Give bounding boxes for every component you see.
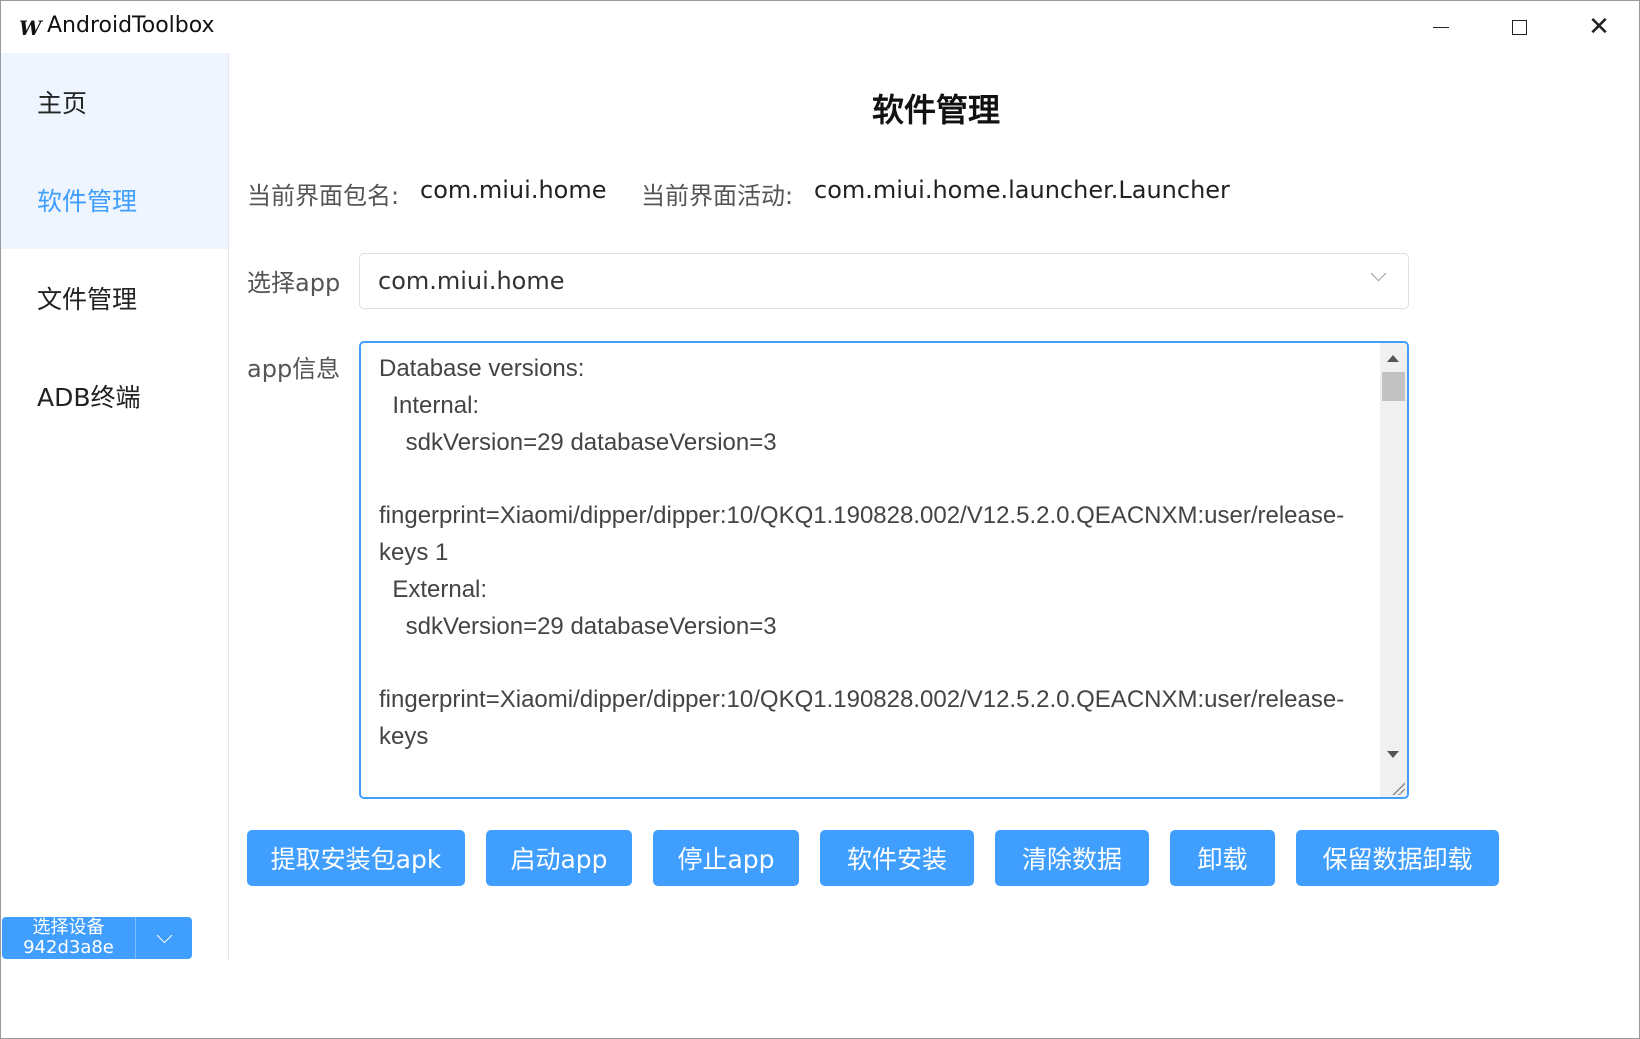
uninstall-keep-data-button[interactable]: 保留数据卸载 xyxy=(1296,830,1499,886)
app-info-textarea[interactable]: Database versions: Internal: sdkVersion=… xyxy=(359,341,1409,799)
current-activity-value: com.miui.home.launcher.Launcher xyxy=(814,176,1230,204)
sidebar: 主页 软件管理 文件管理 ADB终端 选择设备 942d3a8e xyxy=(1,53,229,961)
sidebar-item-label: 文件管理 xyxy=(37,285,138,314)
clear-data-button[interactable]: 清除数据 xyxy=(995,830,1149,886)
app-select[interactable]: com.miui.home xyxy=(359,253,1409,309)
sidebar-item-home[interactable]: 主页 xyxy=(1,53,228,151)
select-device-label: 选择设备 xyxy=(32,917,105,938)
app-info-scrollbar[interactable] xyxy=(1380,343,1407,797)
chevron-down-icon xyxy=(1370,265,1387,282)
scroll-up-arrow-icon[interactable] xyxy=(1387,355,1399,362)
extract-apk-button[interactable]: 提取安装包apk xyxy=(247,830,465,886)
start-app-button[interactable]: 启动app xyxy=(486,830,632,886)
current-package-value: com.miui.home xyxy=(420,176,607,204)
install-app-button[interactable]: 软件安装 xyxy=(820,830,974,886)
app-logo-icon: W xyxy=(19,16,42,40)
minimize-icon xyxy=(1433,26,1449,28)
minimize-button[interactable] xyxy=(1401,1,1481,53)
select-app-label: 选择app xyxy=(247,269,341,297)
page-title: 软件管理 xyxy=(871,91,1000,129)
app-info-label: app信息 xyxy=(247,355,341,383)
app-select-value: com.miui.home xyxy=(378,267,565,295)
title-bar[interactable]: W AndroidToolbox ✕ xyxy=(1,1,1639,53)
resize-grip-icon[interactable] xyxy=(1391,781,1405,795)
maximize-icon xyxy=(1511,19,1527,35)
chevron-down-icon xyxy=(156,927,172,943)
device-id: 942d3a8e xyxy=(23,937,114,958)
maximize-button[interactable] xyxy=(1479,1,1559,53)
current-package-label: 当前界面包名: xyxy=(247,182,400,210)
close-icon: ✕ xyxy=(1588,12,1610,42)
app-info-text[interactable]: Database versions: Internal: sdkVersion=… xyxy=(379,351,1379,756)
uninstall-button[interactable]: 卸载 xyxy=(1170,830,1275,886)
sidebar-item-adb-terminal[interactable]: ADB终端 xyxy=(1,347,228,445)
device-selector: 选择设备 942d3a8e xyxy=(2,917,192,959)
current-activity-label: 当前界面活动: xyxy=(641,182,794,210)
window-title: AndroidToolbox xyxy=(47,13,215,38)
select-device-button[interactable]: 选择设备 942d3a8e xyxy=(2,917,136,959)
sidebar-item-file-management[interactable]: 文件管理 xyxy=(1,249,228,347)
sidebar-item-software-management[interactable]: 软件管理 xyxy=(1,151,228,249)
sidebar-item-label: ADB终端 xyxy=(37,383,141,412)
sidebar-item-label: 软件管理 xyxy=(37,187,138,216)
scroll-thumb[interactable] xyxy=(1382,372,1405,401)
sidebar-item-label: 主页 xyxy=(37,89,88,118)
close-button[interactable]: ✕ xyxy=(1559,1,1639,53)
scroll-down-arrow-icon[interactable] xyxy=(1387,751,1399,758)
stop-app-button[interactable]: 停止app xyxy=(653,830,799,886)
device-dropdown-button[interactable] xyxy=(136,917,192,959)
app-window: W AndroidToolbox ✕ 主页 软件管理 文件管理 ADB终端 选择… xyxy=(0,0,1640,1039)
